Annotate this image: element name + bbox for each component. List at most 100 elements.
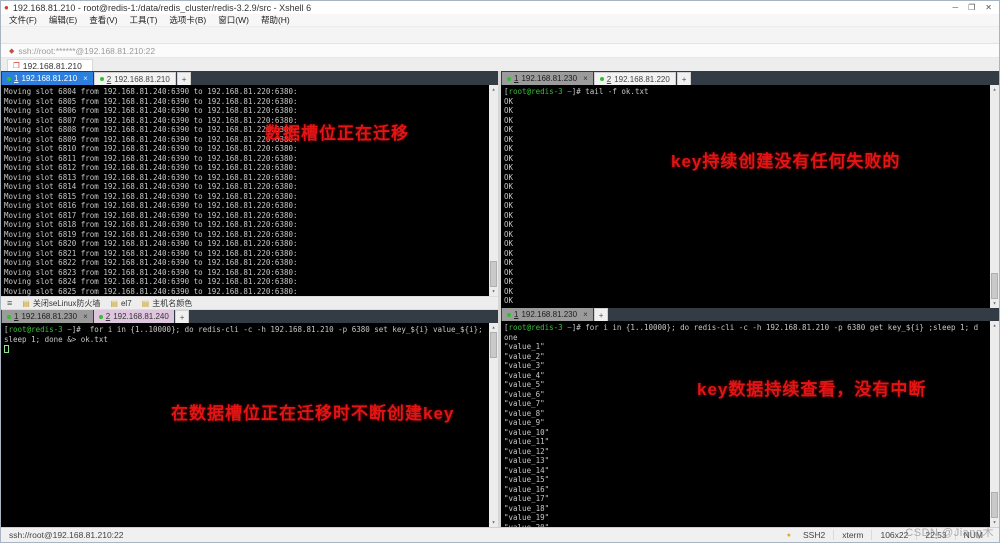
terminal-line: OK bbox=[504, 239, 999, 249]
terminal-line: "value_12" bbox=[504, 447, 999, 457]
terminal-line: OK bbox=[504, 125, 999, 135]
new-tab-button[interactable]: + bbox=[177, 72, 192, 85]
minimize-button[interactable]: ─ bbox=[952, 3, 958, 12]
scroll-down-icon[interactable]: ▾ bbox=[492, 287, 496, 296]
terminal-line: Moving slot 6812 from 192.168.81.240:639… bbox=[4, 163, 498, 173]
terminal-line: Moving slot 6822 from 192.168.81.240:639… bbox=[4, 258, 498, 268]
menu-item[interactable]: 选项卡(B) bbox=[169, 14, 206, 26]
terminal-bottom-right[interactable]: [root@redis-3 ~]# for i in {1..10000}; d… bbox=[501, 321, 999, 527]
new-tab-button[interactable]: + bbox=[677, 72, 692, 85]
terminal-line: OK bbox=[504, 201, 999, 211]
terminal-line: Moving slot 6813 from 192.168.81.240:639… bbox=[4, 173, 498, 183]
terminal-line: "value_15" bbox=[504, 475, 999, 485]
scrollbar[interactable]: ▴ ▾ bbox=[990, 85, 999, 308]
terminal-tab[interactable]: 2 192.168.81.240 bbox=[94, 310, 174, 323]
tab-close-icon[interactable]: × bbox=[583, 310, 588, 319]
terminal-line: "value_4" bbox=[504, 371, 999, 381]
scroll-up-icon[interactable]: ▴ bbox=[993, 321, 997, 330]
scrollbar-thumb[interactable] bbox=[490, 261, 497, 287]
tab-close-icon[interactable]: × bbox=[83, 74, 88, 83]
terminal-cursor-line bbox=[4, 344, 498, 354]
terminal-tab-active[interactable]: 1 192.168.81.210 × bbox=[2, 72, 93, 85]
status-bar: ssh://root@192.168.81.210:22 ● SSH2xterm… bbox=[1, 527, 999, 542]
pane-tabbar-bottom-left: 1 192.168.81.230 × 2 192.168.81.240 + bbox=[1, 310, 498, 323]
terminal-line: Moving slot 6814 from 192.168.81.240:639… bbox=[4, 182, 498, 192]
status-item: SSH2 bbox=[795, 530, 833, 540]
terminal-line: "value_8" bbox=[504, 409, 999, 419]
annotation-create-keys-while-migrating: 在数据槽位正在迁移时不断创建key bbox=[171, 409, 454, 419]
connected-dot-icon bbox=[507, 313, 511, 317]
pane-tabbar-top-right: 1 192.168.81.230 × 2 192.168.81.220 + bbox=[501, 71, 999, 85]
tab-close-icon[interactable]: × bbox=[83, 312, 88, 321]
terminal-tab-active[interactable]: 1 192.168.81.230 × bbox=[502, 72, 593, 85]
terminal-line: Moving slot 6823 from 192.168.81.240:639… bbox=[4, 268, 498, 278]
menu-item[interactable]: 编辑(E) bbox=[49, 14, 77, 26]
tab-label: 192.168.81.210 bbox=[114, 75, 170, 84]
tab-label: 192.168.81.210 bbox=[21, 74, 77, 83]
menu-item[interactable]: 文件(F) bbox=[9, 14, 37, 26]
scroll-down-icon[interactable]: ▾ bbox=[993, 299, 997, 308]
terminal-line: "value_19" bbox=[504, 513, 999, 523]
terminal-top-right[interactable]: [root@redis-3 ~]# tail -f ok.txt OKOKOKO… bbox=[501, 85, 999, 308]
close-button[interactable]: ✕ bbox=[985, 3, 992, 12]
tab-close-icon[interactable]: × bbox=[583, 74, 588, 83]
terminal-line: OK bbox=[504, 277, 999, 287]
terminal-tab-active[interactable]: 1 192.168.81.230 × bbox=[502, 308, 593, 321]
address-bar[interactable]: ◆ ssh://root:******@192.168.81.210:22 bbox=[1, 44, 999, 58]
csdn-watermark: CSDN @Jiang木 bbox=[905, 524, 994, 540]
scroll-up-icon[interactable]: ▴ bbox=[492, 85, 496, 94]
menu-item[interactable]: 工具(T) bbox=[130, 14, 158, 26]
annotation-slots-migrating: 数据槽位正在迁移 bbox=[265, 129, 409, 139]
terminal-line: Moving slot 6805 from 192.168.81.240:639… bbox=[4, 97, 498, 107]
scrollbar[interactable]: ▴ ▾ bbox=[489, 323, 498, 527]
terminal-line: "value_11" bbox=[504, 437, 999, 447]
terminal-line: OK bbox=[504, 230, 999, 240]
scroll-up-icon[interactable]: ▴ bbox=[492, 323, 496, 332]
terminal-line: Moving slot 6808 from 192.168.81.240:639… bbox=[4, 125, 498, 135]
menu-item[interactable]: 查看(V) bbox=[89, 14, 117, 26]
tab-label: 192.168.81.230 bbox=[521, 74, 577, 83]
terminal-tab[interactable]: 2 192.168.81.220 bbox=[594, 72, 676, 85]
terminal-line: OK bbox=[504, 97, 999, 107]
ssh-key-icon: ● bbox=[787, 532, 791, 539]
terminal-bottom-left[interactable]: [root@redis-3 ~]# for i in {1..10000}; d… bbox=[1, 323, 498, 527]
terminal-top-left[interactable]: Moving slot 6804 from 192.168.81.240:639… bbox=[1, 85, 498, 296]
annotation-keys-read-no-interruption: key数据持续查看，没有中断 bbox=[697, 385, 926, 395]
terminal-line: "value_3" bbox=[504, 361, 999, 371]
scrollbar[interactable]: ▴ ▾ bbox=[990, 321, 999, 527]
quick-command-el7[interactable]: ▤ el7 bbox=[110, 298, 131, 309]
tab-label: 192.168.81.220 bbox=[614, 75, 670, 84]
terminal-command-line: [root@redis-3 ~]# for i in {1..10000}; d… bbox=[4, 325, 498, 335]
scrollbar[interactable]: ▴ ▾ bbox=[489, 85, 498, 296]
scrollbar-thumb[interactable] bbox=[991, 273, 998, 299]
maximize-button[interactable]: ❐ bbox=[968, 3, 975, 12]
toolbar bbox=[1, 27, 999, 44]
terminal-line: "value_18" bbox=[504, 504, 999, 514]
terminal-output: OKOKOKOKOKOKOKOKOKOKOKOKOKOKOKOKOKOKOKOK… bbox=[504, 97, 999, 306]
session-tab-label: 192.168.81.210 bbox=[23, 61, 82, 71]
terminal-line: Moving slot 6809 from 192.168.81.240:639… bbox=[4, 135, 498, 145]
quick-command-hostname-color[interactable]: ▤ 主机名颜色 bbox=[142, 298, 193, 309]
terminal-line: "value_9" bbox=[504, 418, 999, 428]
address-bar-url[interactable]: ssh://root:******@192.168.81.210:22 bbox=[18, 46, 155, 56]
terminal-output: "value_1""value_2""value_3""value_4""val… bbox=[504, 342, 999, 527]
pane-tabbar-bottom-right: 1 192.168.81.230 × + bbox=[501, 308, 999, 321]
terminal-line: OK bbox=[504, 220, 999, 230]
menu-item[interactable]: 帮助(H) bbox=[261, 14, 290, 26]
quickbar-menu-icon[interactable]: ≡ bbox=[7, 298, 12, 308]
scroll-up-icon[interactable]: ▴ bbox=[993, 85, 997, 94]
session-tab[interactable]: ❐ 192.168.81.210 bbox=[7, 59, 93, 71]
terminal-line: OK bbox=[504, 296, 999, 306]
terminal-tab-active[interactable]: 1 192.168.81.230 × bbox=[2, 310, 93, 323]
quick-command-selinux[interactable]: ▤ 关闭seLinux防火墙 bbox=[22, 298, 100, 309]
terminal-line: OK bbox=[504, 249, 999, 259]
terminal-line: Moving slot 6804 from 192.168.81.240:639… bbox=[4, 87, 498, 97]
terminal-tab[interactable]: 2 192.168.81.210 bbox=[94, 72, 176, 85]
terminal-line: OK bbox=[504, 182, 999, 192]
scrollbar-thumb[interactable] bbox=[490, 332, 497, 358]
new-tab-button[interactable]: + bbox=[175, 310, 190, 323]
menu-item[interactable]: 窗口(W) bbox=[218, 14, 249, 26]
new-tab-button[interactable]: + bbox=[594, 308, 609, 321]
scrollbar-thumb[interactable] bbox=[991, 492, 998, 518]
scroll-down-icon[interactable]: ▾ bbox=[492, 518, 496, 527]
